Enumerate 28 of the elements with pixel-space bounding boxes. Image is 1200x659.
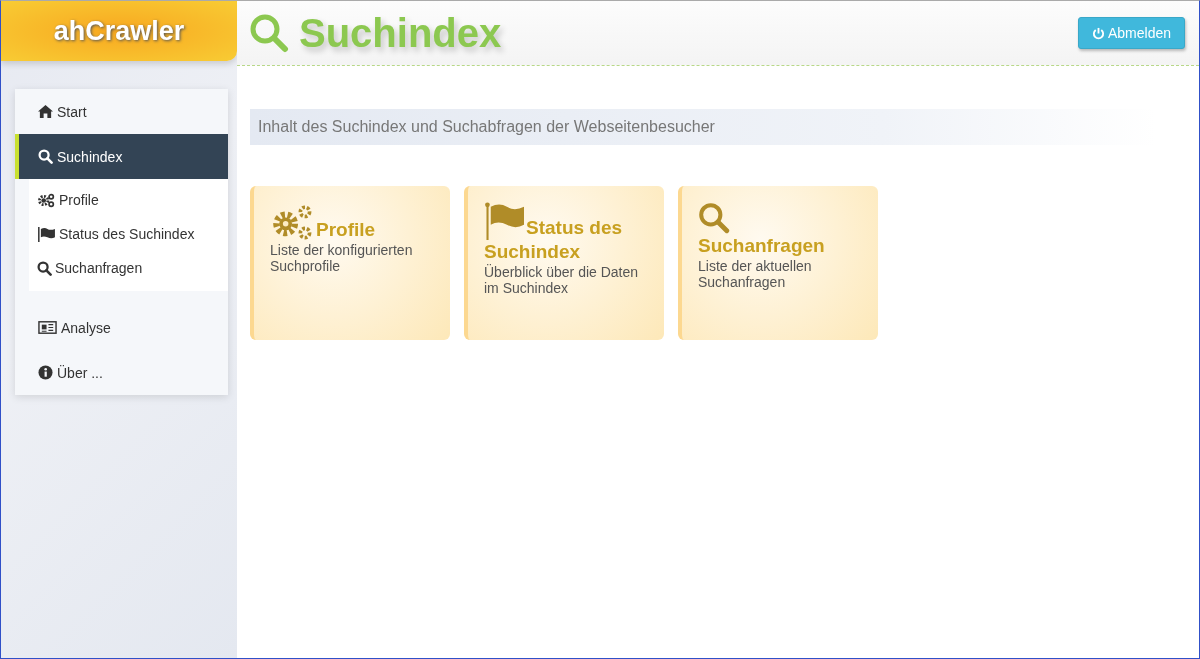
search-icon xyxy=(37,260,52,276)
nav-item[interactable]: Analyse xyxy=(15,305,228,350)
gears-icon xyxy=(37,192,56,208)
nav-item[interactable]: Suchindex xyxy=(15,134,228,179)
card-title: Suchanfragen xyxy=(698,202,868,258)
tile-card[interactable]: Status des Suchindex Überblick über die Daten im Suchindex xyxy=(464,186,664,340)
info-icon xyxy=(38,365,53,380)
newspaper-icon xyxy=(38,320,57,335)
search-icon xyxy=(38,149,53,164)
flag-icon xyxy=(484,202,526,240)
home-icon xyxy=(38,104,53,119)
search-icon xyxy=(698,202,730,234)
submenu-item[interactable]: Profile xyxy=(29,183,228,217)
card-title: Status des Suchindex xyxy=(484,202,654,264)
tile-card[interactable]: Profile Liste der konfigurierten Suchprofile xyxy=(250,186,450,340)
flag-icon xyxy=(37,226,56,242)
page-title: Suchindex xyxy=(249,10,502,56)
nav-item[interactable]: Start xyxy=(15,89,228,134)
card-title: Profile xyxy=(270,202,440,242)
search-icon xyxy=(249,13,289,53)
card-description: Liste der konfigurierten Suchprofile xyxy=(270,242,414,274)
submenu-item[interactable]: Suchanfragen xyxy=(29,251,228,285)
submenu-item[interactable]: Status des Suchindex xyxy=(29,217,228,251)
card-description: Liste der aktuellen Suchanfragen xyxy=(698,258,813,290)
power-icon xyxy=(1091,26,1105,40)
nav-item[interactable]: Über ... xyxy=(15,350,228,395)
tile-card[interactable]: Suchanfragen Liste der aktuellen Suchanfragen xyxy=(678,186,878,340)
card-description: Überblick über die Daten im Suchindex xyxy=(484,264,640,296)
